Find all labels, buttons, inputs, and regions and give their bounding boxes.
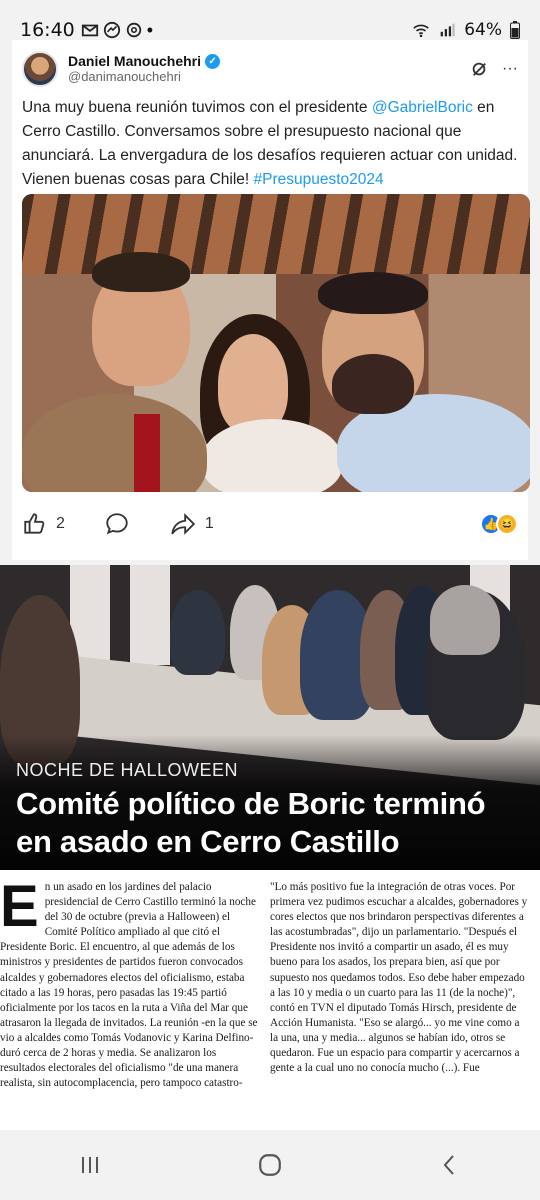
- status-time: 16:40: [20, 19, 75, 41]
- newspaper-clipping: NOCHE DE HALLOWEEN Comité político de Bo…: [0, 565, 540, 1130]
- more-notifications-dot: •: [146, 19, 154, 40]
- battery-percent: 64%: [464, 20, 502, 40]
- comment-button[interactable]: [103, 511, 131, 537]
- recent-apps-button[interactable]: [60, 1145, 120, 1185]
- thumbs-up-icon: [24, 513, 45, 534]
- article-photo: NOCHE DE HALLOWEEN Comité político de Bo…: [0, 565, 540, 870]
- photo-person: [170, 590, 225, 675]
- share-button[interactable]: 1: [169, 511, 214, 537]
- article-column-1-text: n un asado en los jardines del palacio p…: [0, 881, 258, 1090]
- author-handle: @danimanouchehri: [68, 68, 181, 84]
- share-icon: [171, 513, 196, 535]
- battery-icon: [510, 21, 520, 39]
- article-column-2-text: "Lo más positivo fue la integración de o…: [270, 881, 528, 1075]
- share-count: 1: [204, 515, 214, 532]
- back-button[interactable]: [420, 1145, 480, 1185]
- author-names: Daniel Manouchehri ✓ @danimanouchehri: [68, 53, 221, 84]
- tweet-card: Daniel Manouchehri ✓ @danimanouchehri ··…: [12, 40, 530, 560]
- article-headline: Comité político de Boric terminó en asad…: [16, 786, 486, 859]
- tweet-text: Una muy buena reunión tuvimos con el pre…: [22, 96, 522, 192]
- tweet-header: Daniel Manouchehri ✓ @danimanouchehri ··…: [22, 46, 518, 92]
- threads-icon: [126, 22, 141, 38]
- reactions-summary[interactable]: 👍 😆: [480, 513, 518, 535]
- gmail-icon: [81, 24, 98, 37]
- recent-apps-icon: [82, 1157, 98, 1173]
- photo-person: [92, 252, 190, 292]
- mention-link[interactable]: @GabrielBoric: [372, 99, 473, 116]
- tweet-header-actions: ···: [470, 60, 518, 78]
- home-button[interactable]: [240, 1145, 300, 1185]
- haha-reaction-icon: 😆: [496, 513, 518, 535]
- comment-icon: [106, 513, 128, 535]
- photo-person: [430, 585, 500, 655]
- navigation-bar: [0, 1130, 540, 1200]
- photo-person: [202, 419, 342, 492]
- hashtag-link[interactable]: #Presupuesto2024: [254, 171, 384, 188]
- signal-icon: [440, 23, 455, 37]
- dropcap: E: [0, 880, 39, 939]
- author-name-text: Daniel Manouchehri: [68, 53, 202, 70]
- tweet-actions: 2 1 👍 😆: [22, 502, 518, 546]
- photo-person: [318, 272, 428, 314]
- photo-window: [130, 565, 170, 665]
- avatar[interactable]: [22, 51, 58, 87]
- tweet-text-part1: Una muy buena reunión tuvimos con el pre…: [22, 99, 372, 116]
- home-icon: [259, 1154, 281, 1176]
- status-right: 64%: [412, 20, 520, 40]
- verified-badge-icon: ✓: [205, 54, 221, 70]
- article-column-2: "Lo más positivo fue la integración de o…: [270, 880, 528, 1130]
- messenger-icon: [103, 21, 120, 39]
- photo-person: [332, 354, 414, 414]
- article-column-1: E n un asado en los jardines del palacio…: [0, 880, 258, 1130]
- tweet-photo[interactable]: [22, 194, 530, 492]
- article-kicker: NOCHE DE HALLOWEEN: [16, 760, 239, 780]
- back-icon: [443, 1155, 454, 1175]
- author-display-name[interactable]: Daniel Manouchehri ✓: [68, 53, 221, 70]
- notification-icons: •: [81, 20, 153, 41]
- photo-detail: [134, 414, 160, 492]
- wifi-icon: [413, 24, 429, 38]
- more-options-icon[interactable]: ···: [502, 60, 518, 78]
- grok-icon[interactable]: [470, 60, 488, 78]
- like-count: 2: [56, 515, 65, 532]
- like-button[interactable]: 2: [22, 511, 65, 537]
- article-body: E n un asado en los jardines del palacio…: [0, 880, 540, 1130]
